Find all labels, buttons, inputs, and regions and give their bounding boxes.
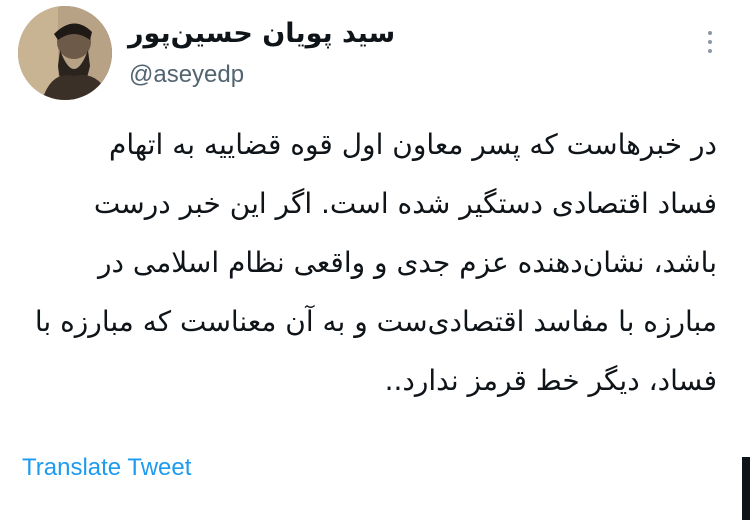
tweet-line: فساد، دیگر خط قرمز ندارد.. <box>384 364 717 397</box>
tweet-text: در خبرهاست که پسر معاون اول قوه قضاییه ب… <box>17 115 717 410</box>
more-dot <box>708 31 712 35</box>
tweet-card: سید پویان حسین‌پور @aseyedp در خبرهاست ک… <box>0 0 750 520</box>
tweet-line: در خبرهاست که پسر معاون اول قوه قضاییه ب… <box>108 128 717 161</box>
tweet-line: باشد، نشان‌دهنده عزم جدی و واقعی نظام اس… <box>97 246 717 279</box>
more-options-icon[interactable] <box>697 26 723 66</box>
author-display-name[interactable]: سید پویان حسین‌پور <box>128 18 395 49</box>
more-dot <box>708 49 712 53</box>
profile-photo-icon <box>18 6 112 100</box>
author-handle[interactable]: @aseyedp <box>129 61 244 89</box>
edge-divider <box>742 457 750 520</box>
tweet-line: مبارزه با مفاسد اقتصادی‌ست و به آن معناس… <box>34 305 717 338</box>
translate-tweet-link[interactable]: Translate Tweet <box>22 454 191 482</box>
tweet-line: فساد اقتصادی دستگیر شده است. اگر این خبر… <box>93 187 717 220</box>
more-dot <box>708 40 712 44</box>
avatar[interactable] <box>18 6 112 100</box>
